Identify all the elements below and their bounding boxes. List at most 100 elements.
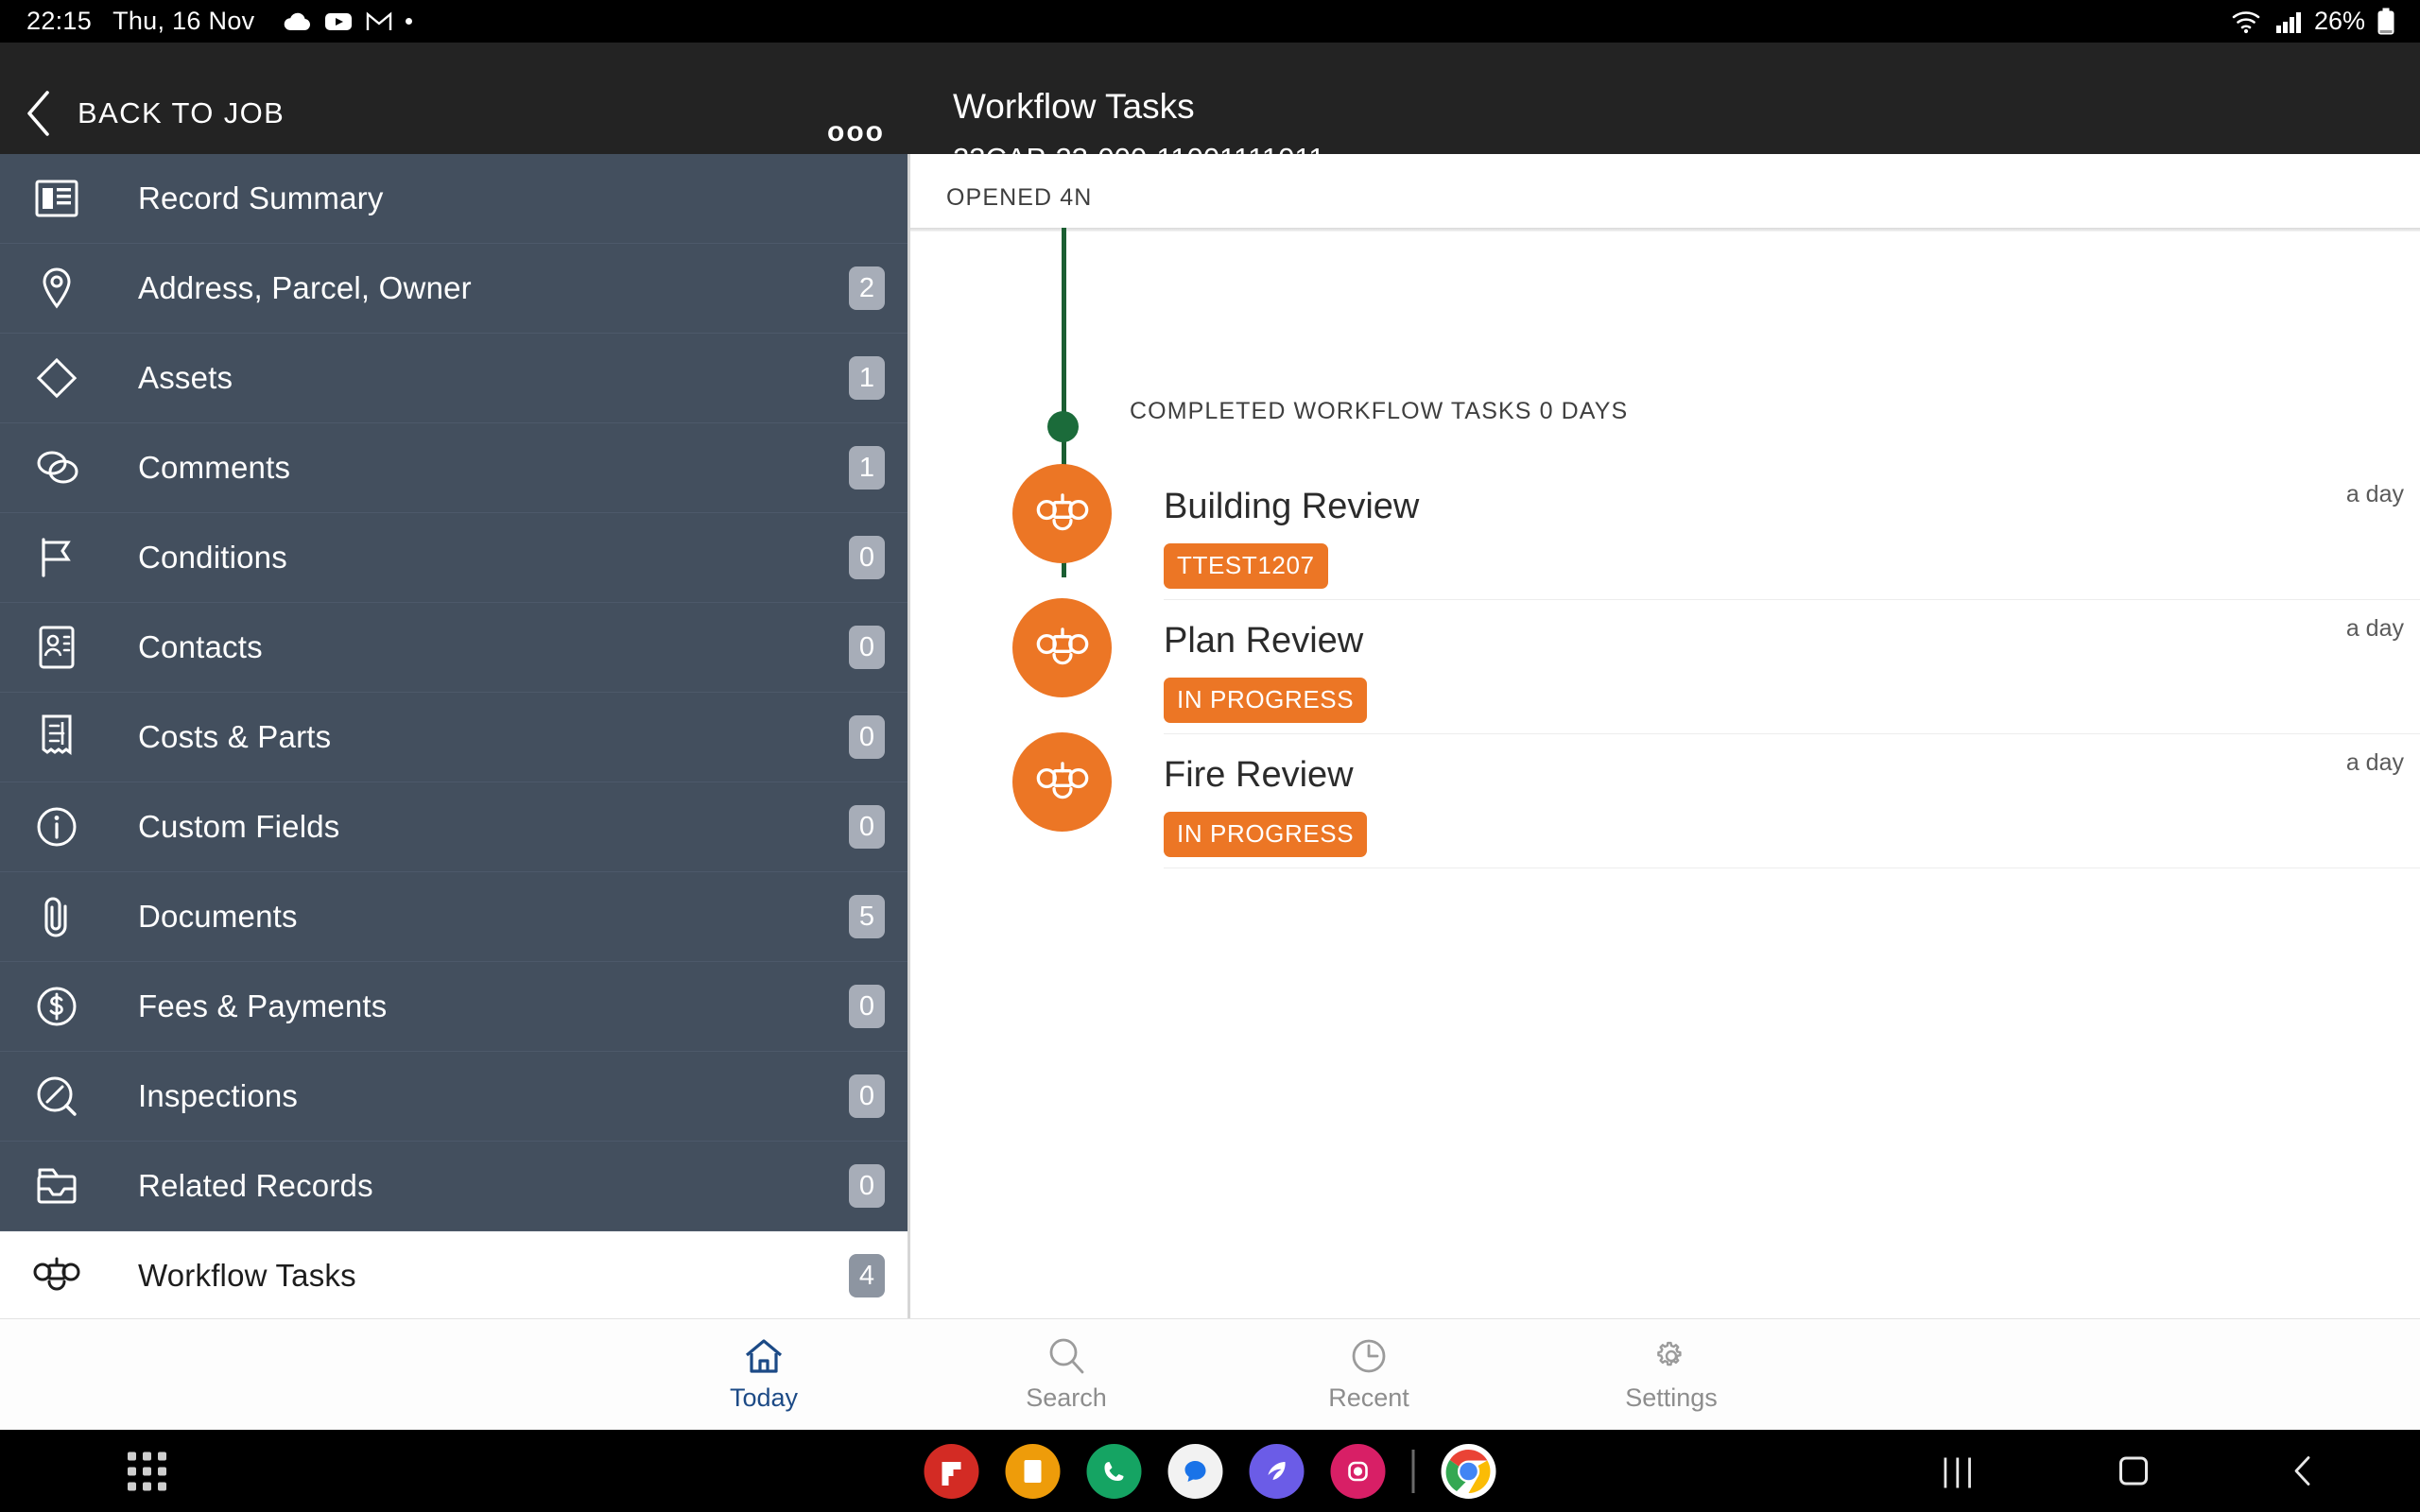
completed-tasks-label: COMPLETED WORKFLOW TASKS 0 DAYS: [1130, 398, 1629, 424]
wifi-icon: [2232, 10, 2260, 33]
sidebar-item-workflow-tasks[interactable]: Workflow Tasks 4: [0, 1231, 908, 1318]
workflow-tasks-panel: OPENED 4N COMPLETED WORKFLOW TASKS 0 DAY…: [908, 154, 2420, 1318]
flipboard-icon[interactable]: [924, 1443, 979, 1499]
sidebar-badge: 1: [849, 446, 885, 490]
sidebar-item-comments[interactable]: Comments 1: [0, 423, 908, 513]
bottom-tab-bar: Today Search Recent Settings: [0, 1318, 2420, 1430]
task-row[interactable]: Fire Review IN PROGRESS a day: [1164, 734, 2420, 868]
back-key[interactable]: [2290, 1455, 2316, 1487]
opened-label: OPENED 4N: [946, 184, 1093, 211]
status-badge: IN PROGRESS: [1164, 812, 1368, 857]
tab-label: Recent: [1328, 1383, 1409, 1412]
receipt-icon: [0, 713, 113, 761]
sidebar-badge: 0: [849, 1074, 885, 1118]
tab-label: Today: [729, 1383, 799, 1412]
timeline-start-dot: [1047, 411, 1079, 442]
info-circle-icon: [0, 805, 113, 849]
sidebar-badge: 0: [849, 626, 885, 669]
battery-percent: 26%: [2313, 7, 2365, 35]
workflow-icon: [0, 1253, 113, 1298]
folder-tray-icon: [0, 1165, 113, 1207]
messages-icon[interactable]: [1167, 1443, 1223, 1499]
back-to-job-button[interactable]: BACK TO JOB: [25, 90, 285, 137]
status-date: Thu, 16 Nov: [112, 7, 255, 35]
task-title: Fire Review: [1164, 755, 1354, 795]
samsung-internet-icon[interactable]: [1249, 1443, 1305, 1499]
tab-recent[interactable]: Recent: [1218, 1336, 1520, 1413]
sidebar-label: Record Summary: [138, 180, 384, 215]
sidebar-item-documents[interactable]: Documents 5: [0, 872, 908, 962]
sidebar-label: Related Records: [138, 1168, 373, 1203]
map-pin-icon: [0, 266, 113, 311]
tab-label: Settings: [1625, 1383, 1718, 1412]
youtube-icon: [325, 12, 353, 30]
task-node-icon-2: [1012, 598, 1112, 697]
notification-icons: [283, 10, 413, 32]
task-node-icon-3: [1012, 732, 1112, 832]
sidebar-label: Conditions: [138, 540, 287, 575]
home-key[interactable]: [2119, 1456, 2148, 1486]
app-screen: 22:15 Thu, 16 Nov 26% BACK TO JOB ooo Wo…: [0, 0, 2420, 1512]
tab-today[interactable]: Today: [613, 1336, 915, 1413]
gmail-icon: [367, 10, 392, 30]
overflow-menu-button[interactable]: ooo: [827, 116, 885, 148]
panel-divider: [910, 228, 2420, 232]
status-bar-right: 26%: [2231, 7, 2420, 36]
apps-grid-icon[interactable]: [128, 1452, 166, 1490]
task-timestamp: a day: [2345, 481, 2404, 507]
sidebar-badge: 2: [849, 266, 885, 310]
diamond-icon: [0, 356, 113, 400]
status-bar-left: 22:15 Thu, 16 Nov: [0, 7, 413, 36]
task-title: Plan Review: [1164, 621, 1364, 661]
task-row[interactable]: Building Review TTEST1207 a day: [1164, 466, 2420, 600]
workflow-icon: [1036, 761, 1088, 799]
sidebar-item-record-summary[interactable]: Record Summary: [0, 154, 908, 244]
sidebar-item-custom-fields[interactable]: Custom Fields 0: [0, 782, 908, 872]
sidebar-badge: 0: [849, 536, 885, 579]
sidebar-item-related-records[interactable]: Related Records 0: [0, 1142, 908, 1231]
taskbar-dock: [924, 1443, 1496, 1499]
sidebar-badge: 4: [849, 1254, 885, 1297]
paperclip-icon: [0, 893, 113, 940]
tab-label: Search: [1026, 1383, 1107, 1412]
sidebar-nav[interactable]: Record Summary Address, Parcel, Owner 2 …: [0, 154, 908, 1318]
search-icon: [1049, 1338, 1084, 1374]
sidebar-item-address-parcel-owner[interactable]: Address, Parcel, Owner 2: [0, 244, 908, 334]
recents-key[interactable]: |||: [1942, 1452, 1979, 1489]
phone-icon[interactable]: [1086, 1443, 1142, 1499]
sidebar-label: Contacts: [138, 629, 263, 664]
sidebar-label: Custom Fields: [138, 809, 340, 844]
sidebar-badge: 5: [849, 895, 885, 938]
sidebar-label: Comments: [138, 450, 291, 485]
sidebar-item-conditions[interactable]: Conditions 0: [0, 513, 908, 603]
tab-search[interactable]: Search: [915, 1336, 1218, 1413]
sidebar-label: Assets: [138, 360, 233, 395]
dock-separator: [1411, 1449, 1415, 1493]
sidebar-label: Workflow Tasks: [138, 1258, 356, 1293]
sidebar-label: Costs & Parts: [138, 719, 332, 754]
sidebar-item-fees-payments[interactable]: Fees & Payments 0: [0, 962, 908, 1052]
sidebar-label: Fees & Payments: [138, 988, 388, 1023]
record-summary-icon: [0, 179, 113, 218]
sidebar-item-contacts[interactable]: Contacts 0: [0, 603, 908, 693]
instagram-icon[interactable]: [1330, 1443, 1386, 1499]
status-badge: TTEST1207: [1164, 543, 1328, 589]
app-header: BACK TO JOB ooo Workflow Tasks 23CAP-23-…: [0, 43, 2420, 175]
clock-icon: [1352, 1339, 1386, 1373]
comments-icon: [0, 449, 113, 487]
tab-settings[interactable]: Settings: [1520, 1336, 1823, 1413]
cell-signal-icon: [2275, 11, 2301, 33]
flag-icon: [0, 536, 113, 579]
inspection-icon: [0, 1074, 113, 1118]
chrome-icon[interactable]: [1441, 1443, 1496, 1499]
sidebar-badge: 0: [849, 985, 885, 1028]
sidebar-badge: 0: [849, 715, 885, 759]
task-row[interactable]: Plan Review IN PROGRESS a day: [1164, 600, 2420, 734]
sidebar-item-costs-parts[interactable]: Costs & Parts 0: [0, 693, 908, 782]
files-icon[interactable]: [1005, 1443, 1061, 1499]
status-badge: IN PROGRESS: [1164, 678, 1368, 723]
cloud-icon: [285, 12, 311, 30]
sidebar-item-inspections[interactable]: Inspections 0: [0, 1052, 908, 1142]
sidebar-item-assets[interactable]: Assets 1: [0, 334, 908, 423]
gear-icon: [1657, 1341, 1682, 1366]
